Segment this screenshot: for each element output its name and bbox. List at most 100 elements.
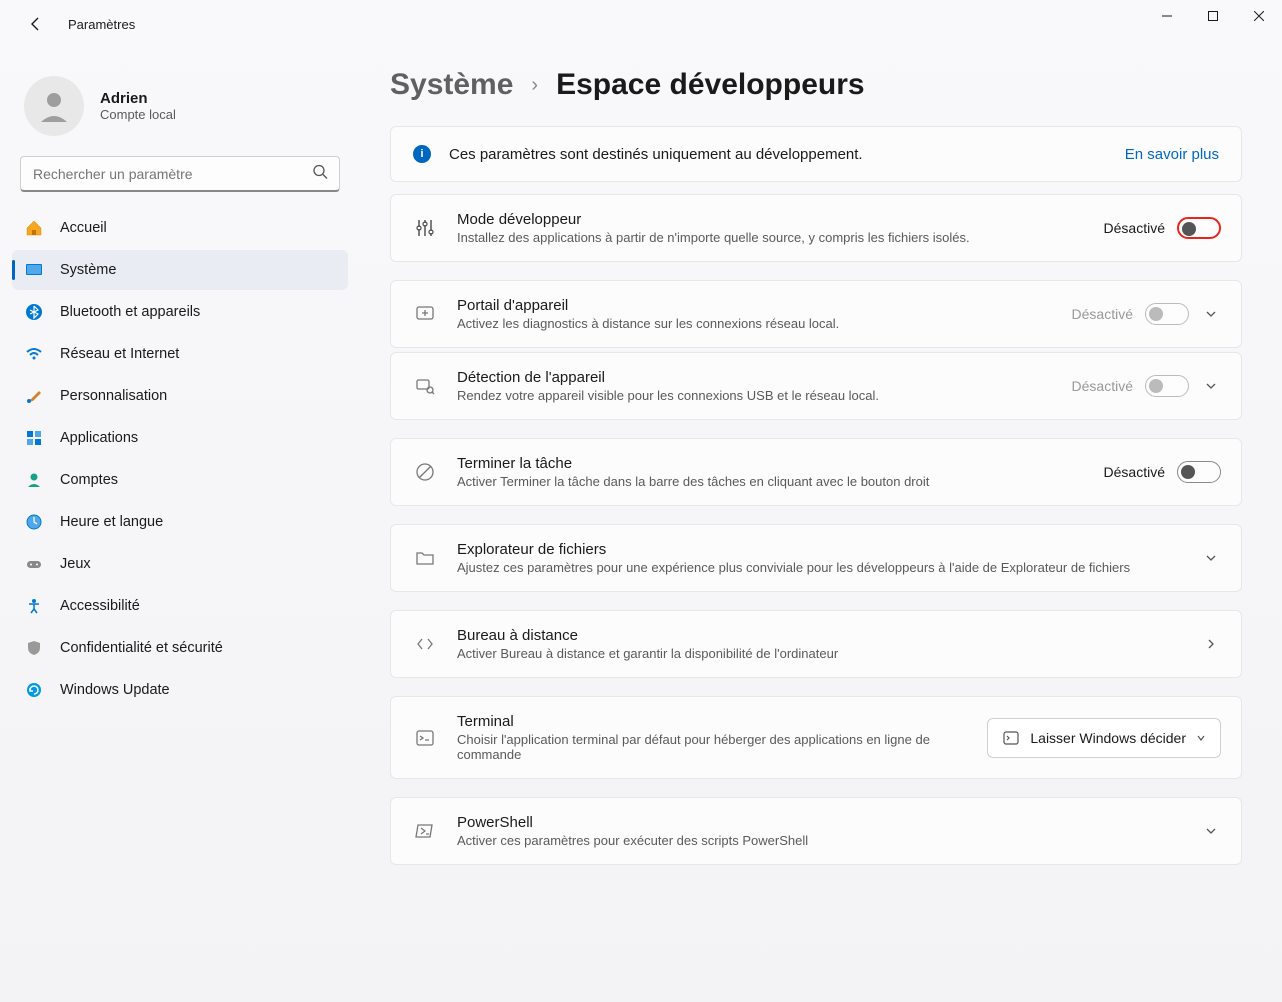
update-icon <box>24 680 44 700</box>
device-portal-toggle <box>1145 303 1189 325</box>
setting-end-task: Terminer la tâche Activer Terminer la tâ… <box>390 438 1242 506</box>
profile-type: Compte local <box>100 107 176 122</box>
setting-desc: Choisir l'application terminal par défau… <box>457 732 969 762</box>
sidebar-item-label: Système <box>60 262 116 278</box>
gamepad-icon <box>24 554 44 574</box>
sidebar-item-label: Heure et langue <box>60 514 163 530</box>
terminal-dropdown[interactable]: Laisser Windows décider <box>987 718 1221 758</box>
search-icon <box>312 164 328 185</box>
wifi-icon <box>24 344 44 364</box>
toggle-state-label: Désactivé <box>1104 220 1165 236</box>
person-icon <box>24 470 44 490</box>
window-title: Paramètres <box>68 17 135 32</box>
sidebar-item-windows-update[interactable]: Windows Update <box>12 670 348 710</box>
toggle-state-label: Désactivé <box>1072 378 1133 394</box>
terminal-small-icon <box>1002 729 1020 747</box>
sidebar-item-label: Windows Update <box>60 682 170 698</box>
profile-name: Adrien <box>100 90 176 107</box>
close-button[interactable] <box>1236 0 1282 32</box>
sidebar-item-accessibility[interactable]: Accessibilité <box>12 586 348 626</box>
info-banner-text: Ces paramètres sont destinés uniquement … <box>449 146 1125 163</box>
sidebar-item-apps[interactable]: Applications <box>12 418 348 458</box>
info-banner: i Ces paramètres sont destinés uniquemen… <box>390 126 1242 182</box>
powershell-icon <box>411 820 439 842</box>
bluetooth-icon <box>24 302 44 322</box>
sidebar-item-network[interactable]: Réseau et Internet <box>12 334 348 374</box>
sidebar-item-label: Confidentialité et sécurité <box>60 640 223 656</box>
search-input[interactable] <box>20 156 340 192</box>
sidebar-item-label: Personnalisation <box>60 388 167 404</box>
tools-icon <box>411 217 439 239</box>
setting-desc: Installez des applications à partir de n… <box>457 230 1086 245</box>
discovery-icon <box>411 375 439 397</box>
setting-remote-desktop[interactable]: Bureau à distance Activer Bureau à dista… <box>390 610 1242 678</box>
developer-mode-toggle[interactable] <box>1177 217 1221 239</box>
folder-icon <box>411 547 439 569</box>
learn-more-link[interactable]: En savoir plus <box>1125 146 1219 163</box>
sidebar-item-home[interactable]: Accueil <box>12 208 348 248</box>
expand-button[interactable] <box>1201 825 1221 837</box>
setting-desc: Activez les diagnostics à distance sur l… <box>457 316 1054 331</box>
setting-title: Terminal <box>457 713 969 730</box>
prohibit-icon <box>411 461 439 483</box>
portal-icon <box>411 303 439 325</box>
device-discovery-toggle <box>1145 375 1189 397</box>
page-title: Espace développeurs <box>556 68 864 102</box>
expand-button[interactable] <box>1201 308 1221 320</box>
sidebar-item-label: Applications <box>60 430 138 446</box>
breadcrumb: Système › Espace développeurs <box>390 68 1242 102</box>
toggle-state-label: Désactivé <box>1072 306 1133 322</box>
setting-desc: Activer Bureau à distance et garantir la… <box>457 646 1183 661</box>
back-button[interactable] <box>20 8 52 40</box>
setting-title: PowerShell <box>457 814 1183 831</box>
setting-title: Mode développeur <box>457 211 1086 228</box>
sidebar-item-label: Réseau et Internet <box>60 346 179 362</box>
info-icon: i <box>413 145 431 163</box>
setting-desc: Activer Terminer la tâche dans la barre … <box>457 474 1086 489</box>
sidebar-item-label: Accueil <box>60 220 107 236</box>
setting-device-discovery[interactable]: Détection de l'appareil Rendez votre app… <box>390 352 1242 420</box>
navigate-button[interactable] <box>1201 638 1221 650</box>
clock-globe-icon <box>24 512 44 532</box>
setting-desc: Activer ces paramètres pour exécuter des… <box>457 833 1183 848</box>
setting-powershell[interactable]: PowerShell Activer ces paramètres pour e… <box>390 797 1242 865</box>
setting-desc: Ajustez ces paramètres pour une expérien… <box>457 560 1183 575</box>
shield-icon <box>24 638 44 658</box>
setting-title: Détection de l'appareil <box>457 369 1054 386</box>
sidebar-item-gaming[interactable]: Jeux <box>12 544 348 584</box>
avatar <box>24 76 84 136</box>
setting-title: Bureau à distance <box>457 627 1183 644</box>
minimize-button[interactable] <box>1144 0 1190 32</box>
breadcrumb-separator: › <box>531 74 538 97</box>
terminal-icon <box>411 727 439 749</box>
sidebar-item-personalization[interactable]: Personnalisation <box>12 376 348 416</box>
paintbrush-icon <box>24 386 44 406</box>
apps-icon <box>24 428 44 448</box>
sidebar-item-privacy[interactable]: Confidentialité et sécurité <box>12 628 348 668</box>
sidebar-item-label: Comptes <box>60 472 118 488</box>
sidebar-item-label: Accessibilité <box>60 598 140 614</box>
chevron-down-icon <box>1196 733 1206 743</box>
maximize-button[interactable] <box>1190 0 1236 32</box>
sidebar-item-accounts[interactable]: Comptes <box>12 460 348 500</box>
home-icon <box>24 218 44 238</box>
sidebar-item-bluetooth[interactable]: Bluetooth et appareils <box>12 292 348 332</box>
setting-device-portal[interactable]: Portail d'appareil Activez les diagnosti… <box>390 280 1242 348</box>
sidebar-item-label: Jeux <box>60 556 91 572</box>
remote-icon <box>411 633 439 655</box>
expand-button[interactable] <box>1201 552 1221 564</box>
profile-section[interactable]: Adrien Compte local <box>12 68 348 156</box>
toggle-state-label: Désactivé <box>1104 464 1165 480</box>
setting-title: Explorateur de fichiers <box>457 541 1183 558</box>
setting-developer-mode: Mode développeur Installez des applicati… <box>390 194 1242 262</box>
setting-file-explorer[interactable]: Explorateur de fichiers Ajustez ces para… <box>390 524 1242 592</box>
expand-button[interactable] <box>1201 380 1221 392</box>
setting-title: Portail d'appareil <box>457 297 1054 314</box>
breadcrumb-parent[interactable]: Système <box>390 68 513 102</box>
end-task-toggle[interactable] <box>1177 461 1221 483</box>
accessibility-icon <box>24 596 44 616</box>
dropdown-label: Laisser Windows décider <box>1030 730 1186 746</box>
sidebar-item-system[interactable]: Système <box>12 250 348 290</box>
setting-title: Terminer la tâche <box>457 455 1086 472</box>
sidebar-item-time-language[interactable]: Heure et langue <box>12 502 348 542</box>
